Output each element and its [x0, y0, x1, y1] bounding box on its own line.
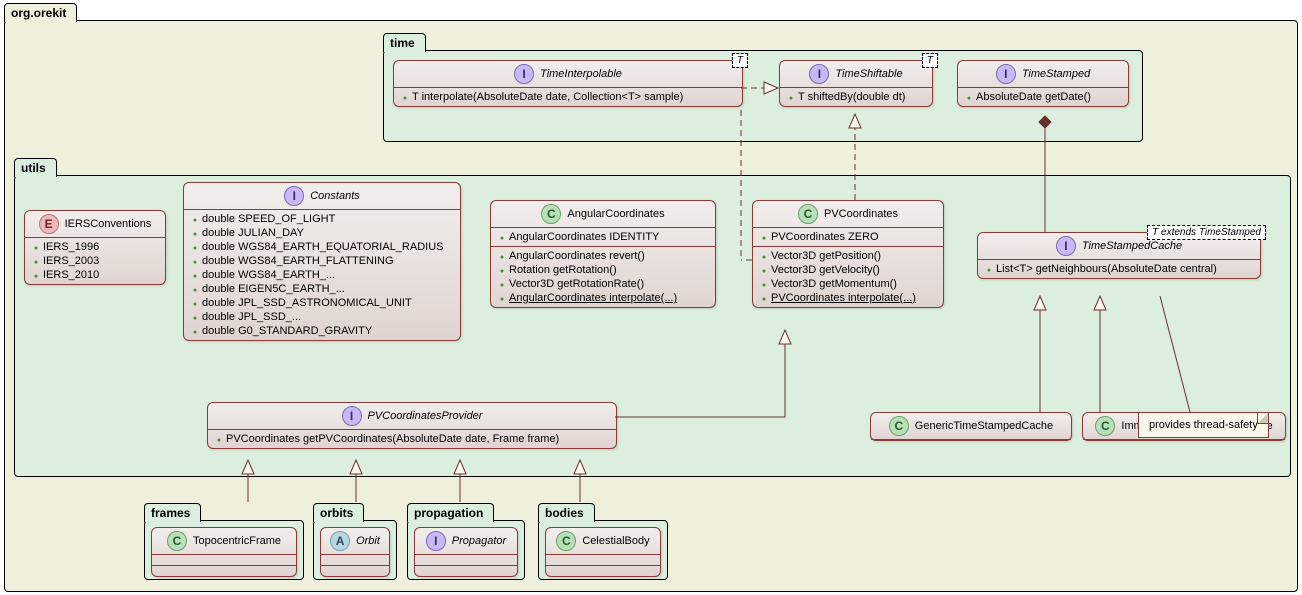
- method: T shiftedBy(double dt): [786, 90, 926, 104]
- enum-value: IERS_2003: [31, 254, 159, 268]
- interface-icon: I: [996, 64, 1016, 84]
- class-angularcoordinates: CAngularCoordinates AngularCoordinates I…: [490, 200, 716, 308]
- class-icon: C: [167, 531, 187, 551]
- type-parameter: T extends TimeStamped: [1147, 225, 1266, 240]
- interface-propagator: IPropagator: [414, 527, 518, 577]
- type-parameter: T: [922, 53, 938, 68]
- method: PVCoordinates interpolate(...): [759, 291, 937, 305]
- field: AngularCoordinates IDENTITY: [497, 230, 709, 244]
- enum-value: IERS_1996: [31, 240, 159, 254]
- class-generictimestampedcache: CGenericTimeStampedCache: [870, 412, 1072, 441]
- type-parameter: T: [732, 53, 748, 68]
- field: double WGS84_EARTH_...: [190, 268, 454, 282]
- field: double WGS84_EARTH_FLATTENING: [190, 254, 454, 268]
- method: Vector3D getMomentum(): [759, 277, 937, 291]
- field: double JULIAN_DAY: [190, 226, 454, 240]
- interface-pvcoordinatesprovider: IPVCoordinatesProvider PVCoordinates get…: [207, 402, 617, 449]
- field: PVCoordinates ZERO: [759, 230, 937, 244]
- field: double G0_STANDARD_GRAVITY: [190, 324, 454, 338]
- class-orbit: AOrbit: [320, 527, 390, 577]
- package-label: frames: [144, 503, 201, 522]
- method: AngularCoordinates interpolate(...): [497, 291, 709, 305]
- method: Vector3D getPosition(): [759, 249, 937, 263]
- interface-icon: I: [426, 531, 446, 551]
- interface-timestampedcache: T extends TimeStamped ITimeStampedCache …: [977, 232, 1261, 279]
- package-label: utils: [14, 158, 57, 177]
- class-icon: C: [541, 204, 561, 224]
- interface-timeinterpolable: T ITimeInterpolable T interpolate(Absolu…: [393, 60, 743, 107]
- method: Vector3D getVelocity(): [759, 263, 937, 277]
- method: AbsoluteDate getDate(): [964, 90, 1122, 104]
- interface-constants: IConstants double SPEED_OF_LIGHT double …: [183, 182, 461, 341]
- method: AngularCoordinates revert(): [497, 249, 709, 263]
- method: PVCoordinates getPVCoordinates(AbsoluteD…: [214, 432, 610, 446]
- class-icon: C: [556, 531, 576, 551]
- abstract-icon: A: [330, 531, 350, 551]
- interface-timeshiftable: T ITimeShiftable T shiftedBy(double dt): [779, 60, 933, 107]
- enum-iersconventions: EIERSConventions IERS_1996 IERS_2003 IER…: [24, 210, 166, 285]
- field: double EIGEN5C_EARTH_...: [190, 282, 454, 296]
- field: double JPL_SSD_ASTRONOMICAL_UNIT: [190, 296, 454, 310]
- package-label: propagation: [407, 503, 494, 522]
- interface-icon: I: [342, 406, 362, 426]
- enum-icon: E: [39, 214, 59, 234]
- package-label: orbits: [313, 503, 364, 522]
- class-pvcoordinates: CPVCoordinates PVCoordinates ZERO Vector…: [752, 200, 944, 308]
- interface-icon: I: [514, 64, 534, 84]
- package-label: bodies: [538, 503, 595, 522]
- note-thread-safety: provides thread-safety: [1138, 412, 1269, 438]
- class-icon: C: [798, 204, 818, 224]
- field: double SPEED_OF_LIGHT: [190, 212, 454, 226]
- interface-celestialbody: CCelestialBody: [545, 527, 661, 577]
- interface-icon: I: [284, 186, 304, 206]
- interface-icon: I: [809, 64, 829, 84]
- field: double WGS84_EARTH_EQUATORIAL_RADIUS: [190, 240, 454, 254]
- package-label: org.orekit: [4, 3, 77, 22]
- method: Vector3D getRotationRate(): [497, 277, 709, 291]
- interface-icon: I: [1056, 236, 1076, 256]
- field: double JPL_SSD_...: [190, 310, 454, 324]
- method: Rotation getRotation(): [497, 263, 709, 277]
- class-topocentricframe: CTopocentricFrame: [151, 527, 297, 577]
- method: T interpolate(AbsoluteDate date, Collect…: [400, 90, 736, 104]
- enum-value: IERS_2010: [31, 268, 159, 282]
- class-icon: C: [1095, 416, 1115, 436]
- method: List<T> getNeighbours(AbsoluteDate centr…: [984, 262, 1254, 276]
- class-icon: C: [889, 416, 909, 436]
- interface-timestamped: ITimeStamped AbsoluteDate getDate(): [957, 60, 1129, 107]
- package-label: time: [383, 33, 426, 52]
